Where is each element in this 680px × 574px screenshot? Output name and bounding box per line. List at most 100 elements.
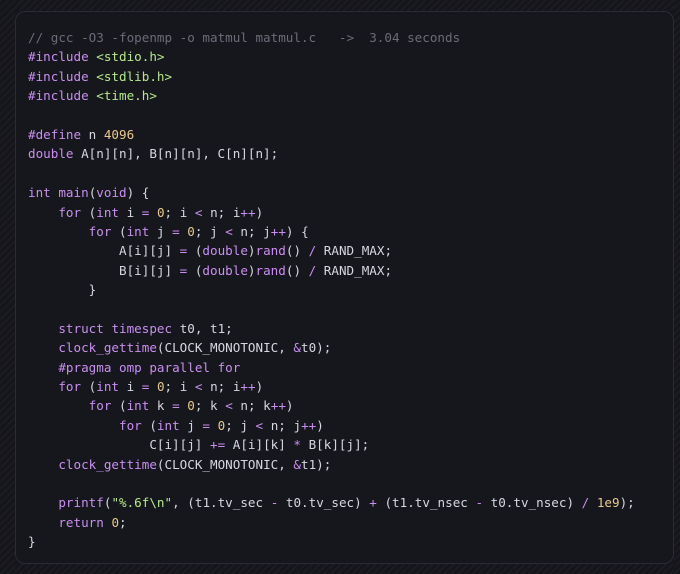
code-token-plain: A[i][k] (225, 437, 294, 453)
code-token-keyword: for (88, 223, 112, 239)
code-line[interactable] (28, 474, 635, 493)
code-line[interactable]: struct timespec t0, t1; (28, 319, 635, 338)
code-line[interactable]: for (int k = 0; k < n; k++) (28, 396, 635, 415)
code-token-number: 0 (156, 204, 165, 220)
code-token-plain: A[n][n], B[n][n], C[n][n]; (73, 146, 279, 162)
code-token-comment: // gcc -O3 -fopenmp -o matmul matmul.c -… (28, 30, 461, 45)
code-token-plain: ( (81, 204, 97, 220)
code-token-plain: ) (247, 262, 256, 278)
code-line[interactable]: #pragma omp parallel for (28, 358, 635, 377)
code-token-op: ++ (270, 223, 286, 239)
code-token-function: rand (255, 243, 286, 259)
code-token-number: 0 (187, 398, 195, 414)
code-line[interactable]: #include <time.h> (28, 86, 635, 105)
code-line[interactable]: double A[n][n], B[n][n], C[n][n]; (28, 144, 635, 163)
code-token-op: < (225, 398, 233, 414)
code-token-number: 0 (111, 514, 120, 530)
code-line[interactable]: printf("%.6f\n", (t1.tv_sec - t0.tv_sec)… (28, 493, 634, 512)
code-token-plain: ) (247, 243, 256, 259)
code-token-function: clock_gettime (58, 456, 157, 472)
code-editor-panel[interactable]: // gcc -O3 -fopenmp -o matmul matmul.c -… (15, 11, 674, 564)
code-token-function: printf (58, 495, 104, 511)
code-token-function: rand (255, 262, 286, 278)
code-token-op: = (172, 398, 180, 414)
code-line[interactable]: C[i][j] += A[i][k] * B[k][j]; (28, 435, 635, 454)
code-token-plain: ; (119, 514, 127, 530)
code-line[interactable]: clock_gettime(CLOCK_MONOTONIC, &t0); (28, 338, 635, 357)
code-line[interactable]: return 0; (28, 513, 635, 532)
code-token-plain: k (149, 398, 173, 414)
code-token-op: * (293, 437, 301, 453)
code-token-keyword: #include (28, 49, 89, 65)
code-token-keyword: return (58, 514, 104, 530)
code-line[interactable]: // gcc -O3 -fopenmp -o matmul matmul.c -… (28, 28, 635, 47)
code-token-plain: RAND_MAX; (316, 243, 393, 259)
code-line[interactable]: clock_gettime(CLOCK_MONOTONIC, &t1); (28, 455, 635, 474)
code-token-keyword: int (28, 185, 51, 201)
code-token-plain: ( (187, 243, 203, 259)
code-token-keyword: double (202, 262, 248, 278)
code-token-plain: t0.tv_sec) (278, 495, 370, 511)
code-token-keyword: timespec (111, 320, 173, 336)
code-token-plain: } (28, 534, 36, 550)
code-token-plain: C[i][j] (28, 437, 210, 453)
code-line[interactable]: #include <stdio.h> (28, 47, 635, 66)
code-line[interactable]: B[i][j] = (double)rand() / RAND_MAX; (28, 261, 635, 280)
code-token-op: < (255, 417, 264, 433)
code-token-keyword: int (96, 379, 120, 395)
code-token-plain: t0.tv_nsec) (483, 495, 582, 511)
code-line[interactable]: for (int i = 0; i < n; i++) (28, 203, 635, 222)
code-token-plain: ( (111, 223, 127, 239)
code-token-plain: ; j (225, 417, 256, 433)
code-token-plain: ) (285, 398, 294, 414)
code-token-string: <stdlib.h> (96, 68, 173, 84)
code-token-op: < (225, 223, 233, 239)
code-token-keyword: int (96, 204, 120, 220)
code-token-plain: n; i (202, 204, 241, 220)
code-line[interactable]: #include <stdlib.h> (28, 67, 635, 86)
code-token-plain: i (119, 204, 142, 220)
code-token-keyword: for (88, 398, 112, 414)
code-token-keyword: void (96, 185, 127, 201)
code-token-plain: n; i (202, 379, 241, 395)
code-line[interactable] (28, 106, 635, 125)
frame-hatch-left (0, 0, 15, 574)
code-token-op: - (475, 495, 484, 511)
code-token-plain: t0); (301, 340, 332, 356)
code-token-op: = (202, 417, 211, 433)
code-token-keyword: for (58, 379, 82, 395)
code-line[interactable]: for (int j = 0; j < n; j++) (28, 416, 635, 435)
code-line[interactable]: } (28, 532, 635, 551)
code-token-plain: n; j (232, 223, 271, 239)
code-token-string: "%.6f\n" (111, 495, 173, 511)
code-line[interactable]: int main(void) { (28, 183, 635, 202)
code-token-keyword: int (126, 223, 150, 239)
code-token-plain: i (119, 379, 142, 395)
code-line[interactable]: #define n 4096 (28, 125, 635, 144)
code-line[interactable]: A[i][j] = (double)rand() / RAND_MAX; (28, 241, 635, 260)
code-token-plain: t0, t1; (172, 320, 233, 336)
code-line[interactable]: for (int i = 0; i < n; i++) (28, 377, 635, 396)
code-token-plain: ( (141, 417, 157, 433)
code-line[interactable] (28, 164, 635, 183)
code-line[interactable]: } (28, 280, 635, 299)
code-token-plain: ; k (194, 398, 226, 414)
code-token-plain: B[i][j] (28, 262, 180, 278)
code-token-plain: n; j (263, 417, 302, 433)
code-line[interactable]: for (int j = 0; j < n; j++) { (28, 222, 635, 241)
code-block[interactable]: // gcc -O3 -fopenmp -o matmul matmul.c -… (28, 28, 635, 552)
code-token-keyword: int (126, 398, 150, 414)
code-token-plain: ) { (285, 223, 309, 239)
code-token-plain: ( (187, 262, 203, 278)
code-token-op: & (293, 456, 301, 472)
code-token-keyword: struct (58, 320, 104, 336)
code-line[interactable] (28, 299, 635, 318)
